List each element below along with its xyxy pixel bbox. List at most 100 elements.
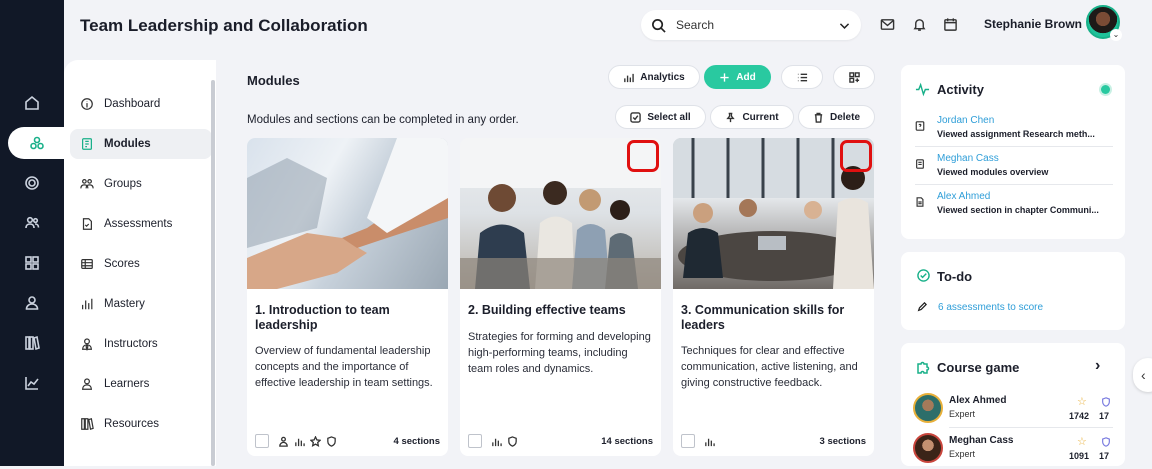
- activity-item[interactable]: Jordan Chen Viewed assignment Research m…: [915, 113, 1113, 147]
- learner-icon: [80, 377, 94, 391]
- sidebar-item-instructors[interactable]: Instructors: [70, 329, 212, 359]
- grid-icon[interactable]: [0, 248, 64, 278]
- list-view-button[interactable]: [781, 65, 823, 89]
- chevron-down-icon[interactable]: [838, 19, 851, 32]
- module-card[interactable]: 1. Introduction to team leadership Overv…: [247, 138, 448, 456]
- module-title[interactable]: 3. Communication skills for leaders: [681, 303, 866, 333]
- sidebar-item-label: Dashboard: [104, 98, 161, 110]
- add-button[interactable]: Add: [704, 65, 771, 89]
- mail-icon[interactable]: [880, 17, 896, 33]
- icon-rail: [0, 0, 66, 466]
- todo-item[interactable]: 6 assessments to score: [938, 302, 1043, 313]
- activity-name[interactable]: Meghan Cass: [937, 153, 999, 164]
- sidebar-item-label: Scores: [104, 258, 140, 270]
- modules-heading: Modules: [247, 73, 300, 88]
- analytics-label: Analytics: [640, 71, 685, 83]
- sidebar-item-label: Assessments: [104, 218, 173, 230]
- grid-view-button[interactable]: [833, 65, 875, 89]
- leaderboard-row[interactable]: Alex Ahmed Expert ☆ 1742 17: [913, 389, 1115, 429]
- module-footer: 14 sections: [468, 433, 653, 449]
- bars-icon: [295, 438, 305, 446]
- shield-icon: [508, 435, 517, 447]
- activity-item[interactable]: Meghan Cass Viewed modules overview: [915, 151, 1113, 185]
- module-checkbox[interactable]: [681, 434, 695, 448]
- user-icon[interactable]: [0, 288, 64, 318]
- sidebar-item-label: Learners: [104, 378, 150, 390]
- select-all-label: Select all: [647, 111, 691, 123]
- sidebar-item-scores[interactable]: Scores: [70, 249, 212, 279]
- activity-name[interactable]: Alex Ahmed: [937, 191, 990, 202]
- pulse-icon: [915, 82, 930, 97]
- player-name: Meghan Cass: [949, 435, 1014, 446]
- player-score: 1742: [1069, 411, 1090, 421]
- sidebar-item-dashboard[interactable]: Dashboard: [70, 89, 212, 119]
- people-icon[interactable]: [0, 208, 64, 238]
- module-image-handshake: [247, 138, 448, 289]
- sidebar-scrollbar[interactable]: [211, 80, 215, 466]
- pencil-icon: [917, 302, 927, 312]
- leaderboard-row[interactable]: Meghan Cass Expert ☆ 1091 17: [913, 429, 1115, 469]
- status-dot: [1101, 85, 1110, 94]
- analytics-button[interactable]: Analytics: [608, 65, 700, 89]
- chart-icon[interactable]: [0, 368, 64, 398]
- sidebar-item-assessments[interactable]: Assessments: [70, 209, 212, 239]
- top-bar: Team Leadership and Collaboration Search…: [64, 0, 1152, 58]
- home-icon[interactable]: [0, 88, 64, 118]
- module-sections: 4 sections: [393, 435, 440, 447]
- highlight-marker: [627, 140, 659, 172]
- search-placeholder: Search: [676, 18, 715, 32]
- sidebar-item-modules[interactable]: Modules: [70, 129, 212, 159]
- divider: [949, 427, 1113, 428]
- module-checkbox[interactable]: [468, 434, 482, 448]
- bars-icon: [492, 438, 502, 446]
- avatar-chevron-icon[interactable]: ⌄: [1110, 29, 1122, 41]
- module-sections: 3 sections: [819, 435, 866, 447]
- modules-icon[interactable]: [8, 127, 66, 159]
- module-title[interactable]: 1. Introduction to team leadership: [255, 303, 440, 333]
- sidebar-item-resources[interactable]: Resources: [70, 409, 212, 439]
- bars-icon: [80, 297, 94, 311]
- star-icon: ☆: [1077, 436, 1087, 448]
- current-label: Current: [742, 111, 779, 123]
- player-level: Expert: [949, 449, 976, 459]
- library-icon[interactable]: [0, 328, 64, 358]
- module-sections: 14 sections: [601, 435, 653, 447]
- modules-note: Modules and sections can be completed in…: [247, 114, 519, 126]
- module-title[interactable]: 2. Building effective teams: [468, 303, 653, 318]
- shield-icon: [1102, 397, 1110, 407]
- library-icon: [80, 417, 94, 431]
- chevron-right-icon[interactable]: ›: [1095, 357, 1100, 375]
- player-name: Alex Ahmed: [949, 395, 1007, 406]
- module-image-conference: [673, 138, 874, 289]
- instructor-icon: [80, 337, 94, 351]
- collapse-panel-button[interactable]: ‹: [1133, 358, 1152, 392]
- highlight-marker: [840, 140, 872, 172]
- person-icon: [279, 436, 288, 447]
- sidebar-item-mastery[interactable]: Mastery: [70, 289, 212, 319]
- checkbox-icon: [630, 111, 642, 123]
- calendar-icon[interactable]: [943, 17, 959, 33]
- search-input[interactable]: Search: [641, 10, 861, 40]
- activity-desc: Viewed assignment Research meth...: [937, 129, 1095, 139]
- puzzle-icon: [917, 361, 930, 374]
- list-icon: [797, 73, 807, 81]
- activity-name[interactable]: Jordan Chen: [937, 115, 994, 126]
- sidebar-item-learners[interactable]: Learners: [70, 369, 212, 399]
- delete-button[interactable]: Delete: [798, 105, 875, 129]
- player-score: 1091: [1069, 451, 1090, 461]
- activity-desc: Viewed modules overview: [937, 167, 1049, 177]
- bell-icon[interactable]: [912, 17, 928, 33]
- activity-item[interactable]: Alex Ahmed Viewed section in chapter Com…: [915, 189, 1113, 223]
- module-card[interactable]: 3. Communication skills for leaders Tech…: [673, 138, 874, 456]
- sidebar: Dashboard Modules Groups Assessments Sco…: [64, 60, 216, 466]
- target-icon[interactable]: [0, 168, 64, 198]
- current-button[interactable]: Current: [710, 105, 794, 129]
- sidebar-item-label: Mastery: [104, 298, 145, 310]
- module-card[interactable]: 2. Building effective teams Strategies f…: [460, 138, 661, 456]
- book-icon: [80, 137, 94, 151]
- module-footer: 3 sections: [681, 433, 866, 449]
- sidebar-item-groups[interactable]: Groups: [70, 169, 212, 199]
- select-all-button[interactable]: Select all: [615, 105, 706, 129]
- player-avatar: [913, 393, 943, 423]
- module-checkbox[interactable]: [255, 434, 269, 448]
